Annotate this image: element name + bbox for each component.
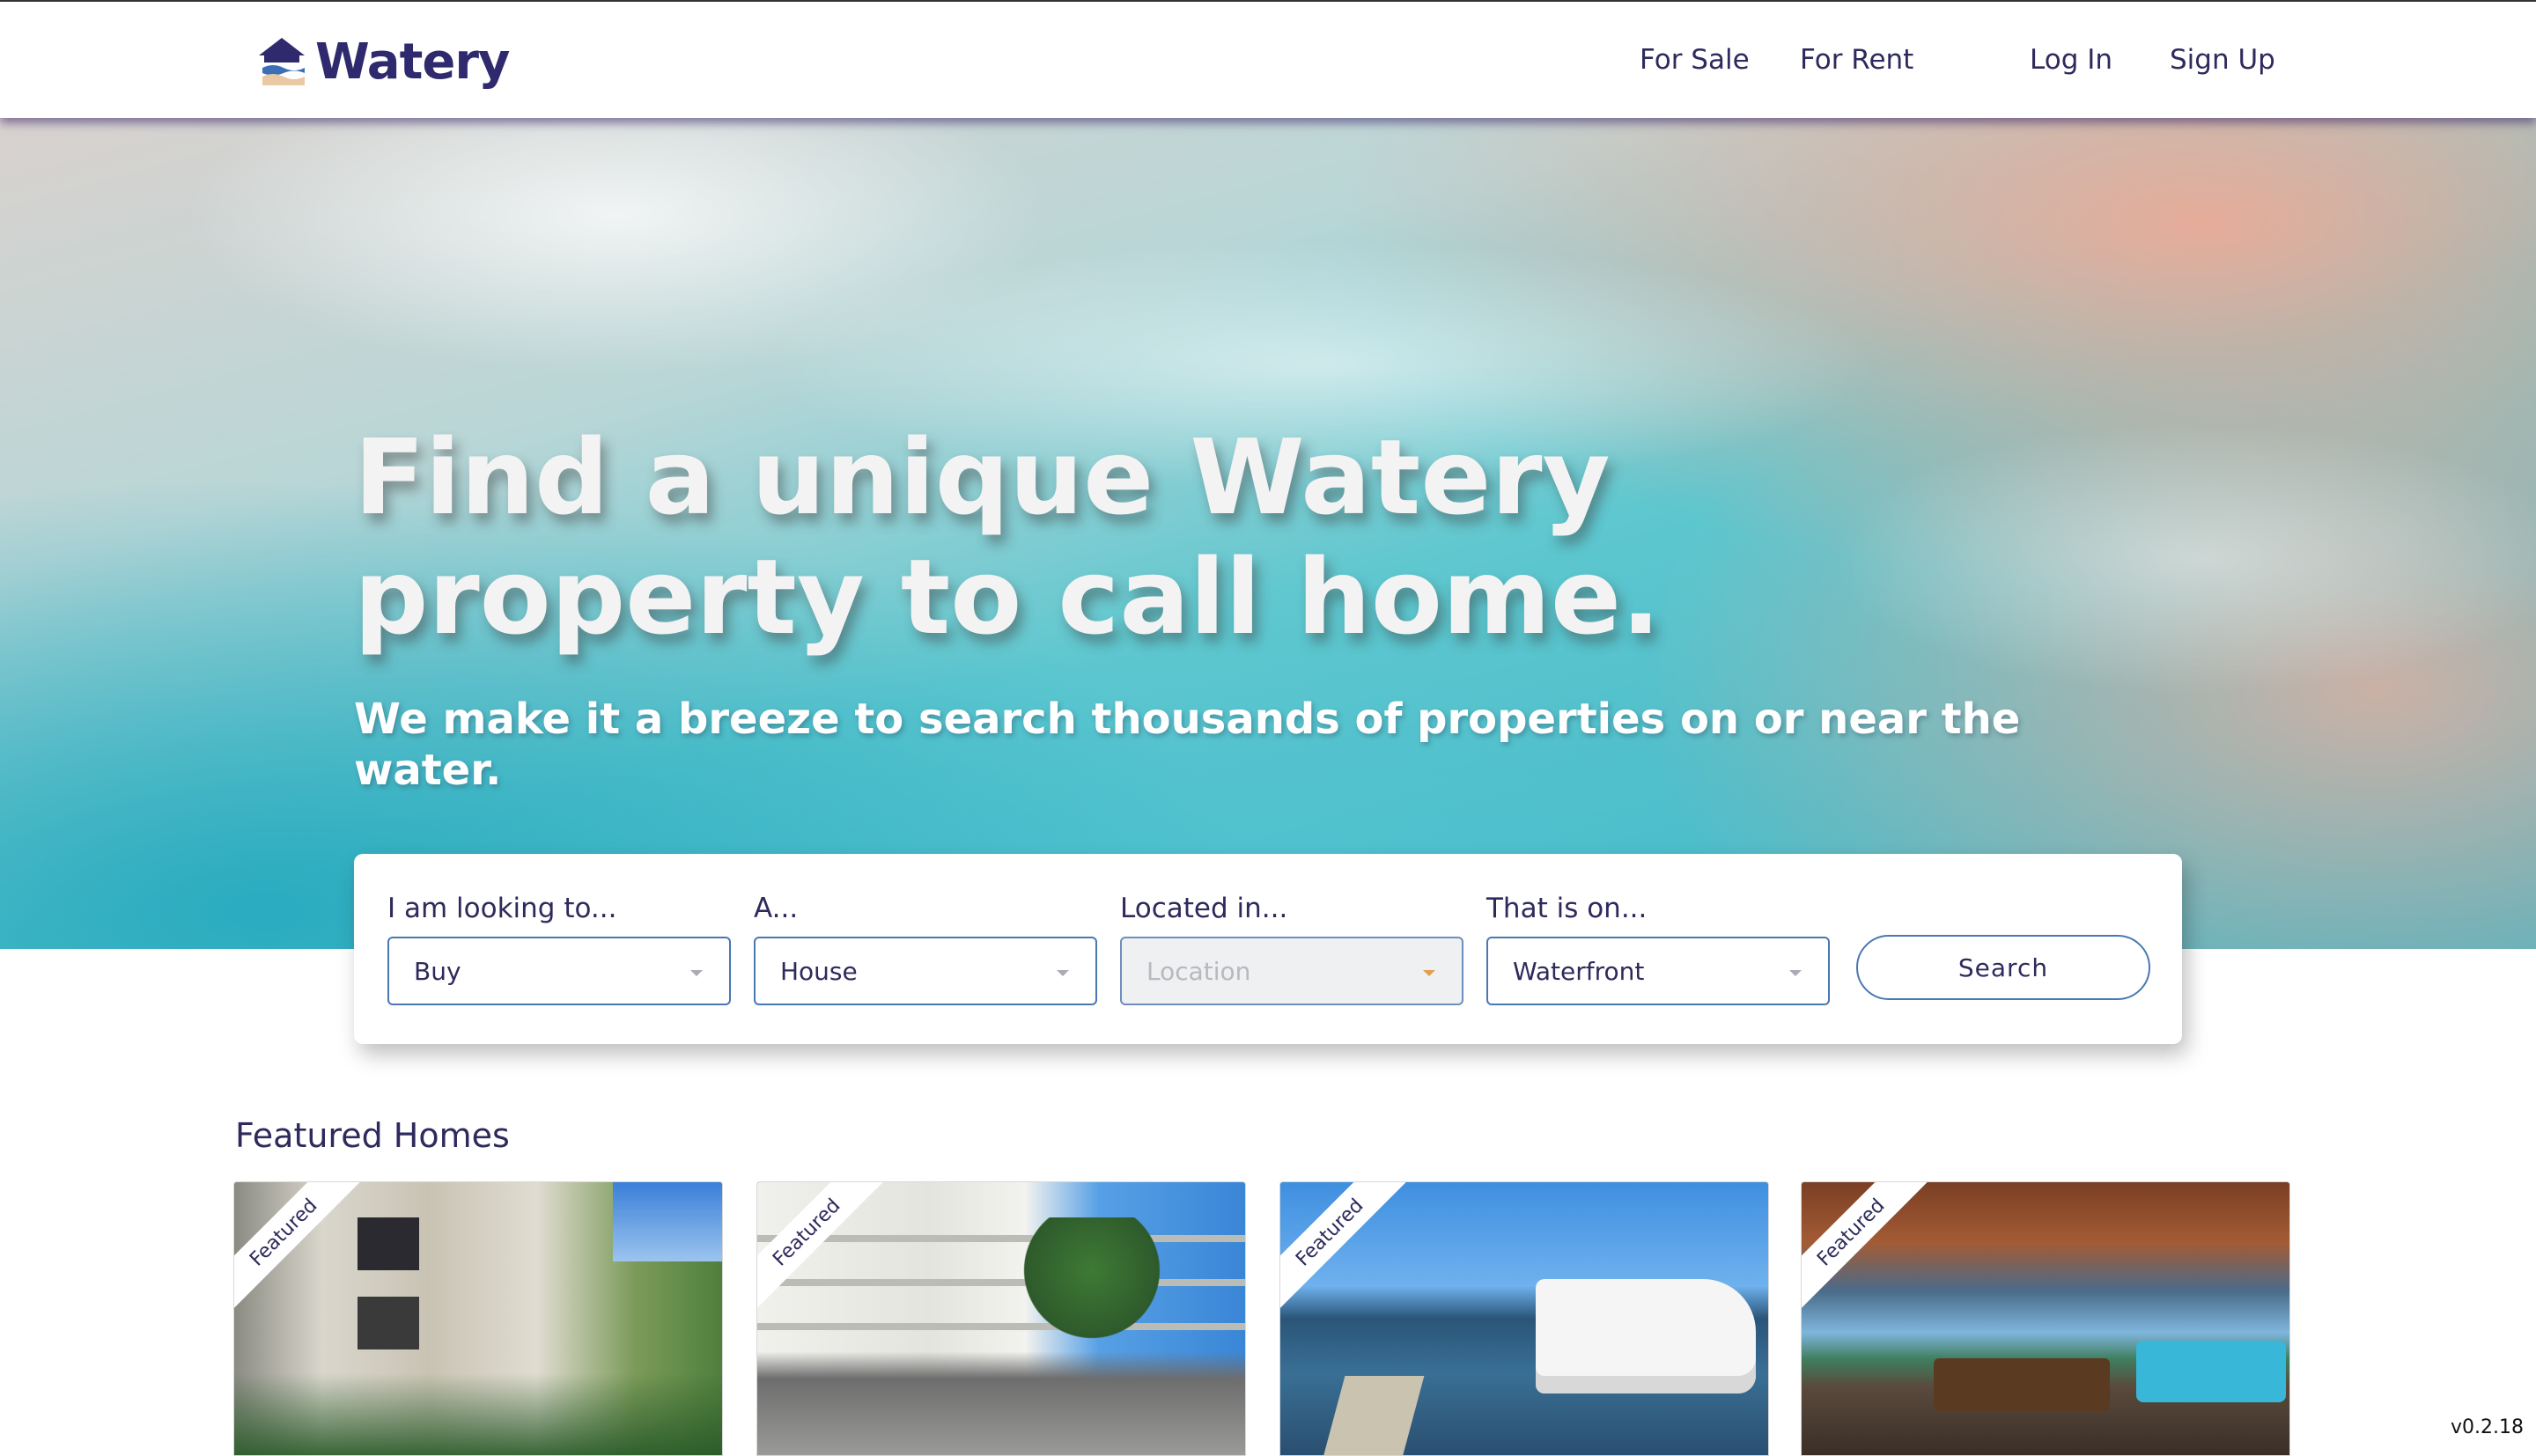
water-type-value: Waterfront <box>1513 956 1645 986</box>
logo-text: Watery <box>315 33 510 91</box>
property-type-value: House <box>780 956 858 986</box>
hero-banner: Find a unique Watery property to call ho… <box>0 118 2536 949</box>
featured-homes-heading: Featured Homes <box>235 1116 510 1155</box>
nav-log-in[interactable]: Log In <box>2030 44 2112 76</box>
nav-sign-up[interactable]: Sign Up <box>2170 44 2275 76</box>
logo[interactable]: Watery <box>255 25 510 99</box>
featured-home-card[interactable]: Featured <box>233 1181 723 1456</box>
looking-to-value: Buy <box>414 956 461 986</box>
chevron-down-icon <box>1423 970 1435 976</box>
nav-for-sale[interactable]: For Sale <box>1640 44 1750 76</box>
chevron-down-icon <box>1057 970 1069 976</box>
nav-for-rent[interactable]: For Rent <box>1800 44 1913 76</box>
looking-to-label: I am looking to... <box>387 893 617 924</box>
location-select[interactable]: Location <box>1120 937 1463 1005</box>
featured-homes-list: Featured Featured Featured Featured <box>233 1181 2290 1456</box>
site-header: Watery For Sale For Rent Log In Sign Up <box>0 2 2536 118</box>
featured-home-card[interactable]: Featured <box>756 1181 1246 1456</box>
search-button[interactable]: Search <box>1856 935 2150 1000</box>
hero-subtitle: We make it a breeze to search thousands … <box>354 695 2021 795</box>
location-field: Located in... Location <box>1120 893 1463 1005</box>
featured-home-card[interactable]: Featured <box>1279 1181 1769 1456</box>
water-type-label: That is on... <box>1486 893 1648 924</box>
property-type-field: A... House <box>754 893 1097 1005</box>
chevron-down-icon <box>690 970 703 976</box>
featured-home-card[interactable]: Featured <box>1801 1181 2290 1456</box>
looking-to-select[interactable]: Buy <box>387 937 731 1005</box>
hero-title: Find a unique Watery property to call ho… <box>354 416 1661 658</box>
property-type-label: A... <box>754 893 799 924</box>
looking-to-field: I am looking to... Buy <box>387 893 731 1005</box>
house-wave-logo-icon <box>259 38 305 85</box>
property-type-select[interactable]: House <box>754 937 1097 1005</box>
search-panel: I am looking to... Buy A... House Locate… <box>354 854 2182 1044</box>
location-placeholder: Location <box>1146 956 1251 986</box>
version-label: v0.2.18 <box>2451 1416 2524 1438</box>
location-label: Located in... <box>1120 893 1288 924</box>
water-type-select[interactable]: Waterfront <box>1486 937 1830 1005</box>
water-type-field: That is on... Waterfront <box>1486 893 1830 1005</box>
chevron-down-icon <box>1789 970 1802 976</box>
